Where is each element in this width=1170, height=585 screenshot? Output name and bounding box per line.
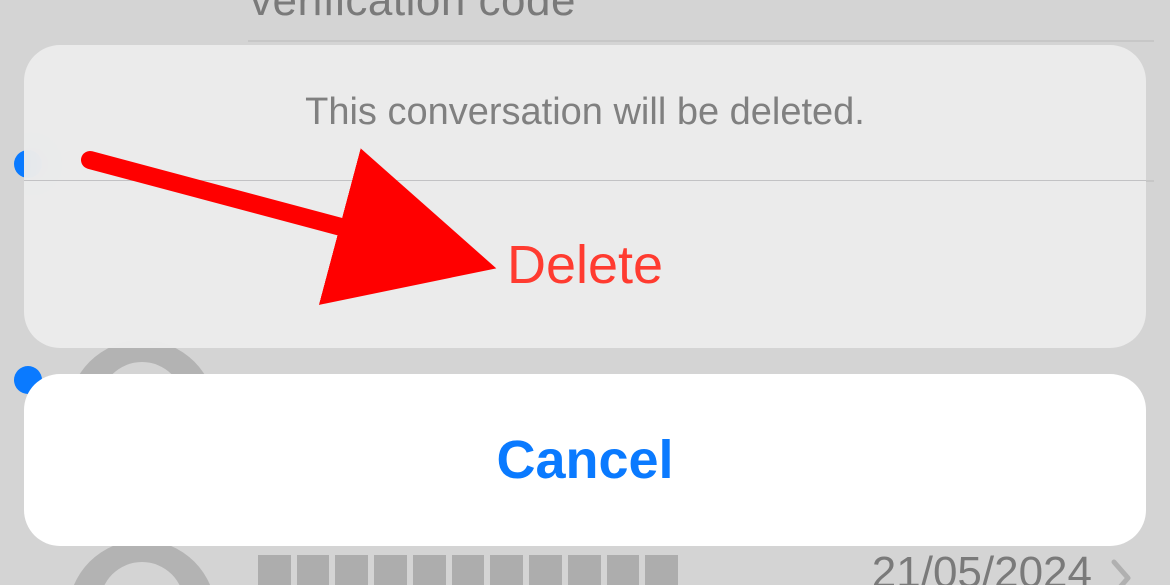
chevron-right-icon (1110, 558, 1134, 585)
cancel-button[interactable]: Cancel (24, 374, 1146, 546)
redacted-message-preview (258, 555, 678, 585)
row-divider (248, 40, 1154, 42)
delete-button[interactable]: Delete (24, 181, 1146, 348)
contact-avatar (68, 540, 216, 585)
conversation-date-label: 21/05/2024 (872, 548, 1092, 585)
avatar-silhouette-head (100, 562, 184, 585)
action-sheet-message: This conversation will be deleted. (24, 45, 1146, 180)
partial-message-text: veriﬁcation code (250, 0, 576, 26)
action-sheet: This conversation will be deleted. Delet… (24, 45, 1146, 348)
